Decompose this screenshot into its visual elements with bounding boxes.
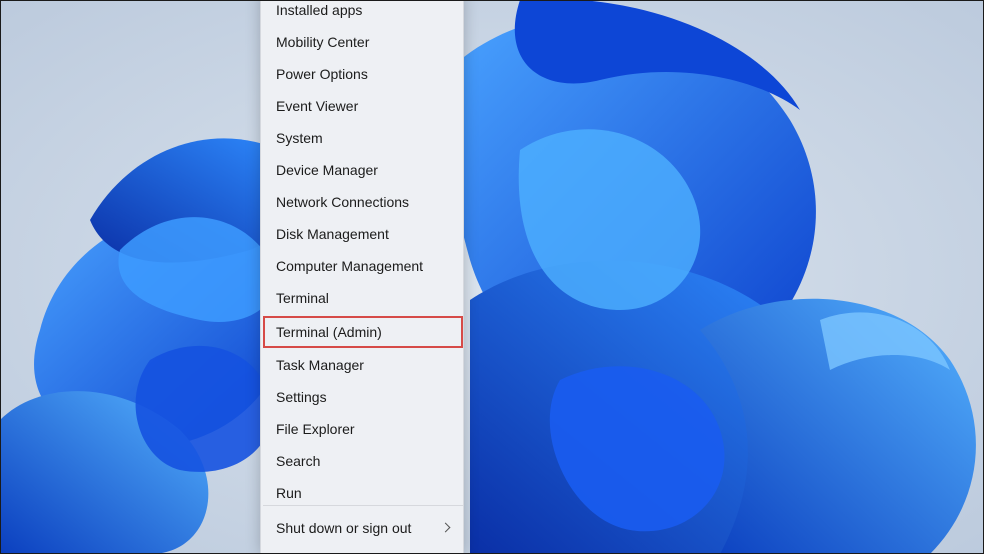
menu-item-power-options[interactable]: Power Options [263,58,463,90]
menu-item-disk-management[interactable]: Disk Management [263,218,463,250]
menu-item-label: Event Viewer [276,98,359,114]
menu-item-label: Disk Management [276,226,389,242]
menu-separator [263,505,463,506]
menu-item-event-viewer[interactable]: Event Viewer [263,90,463,122]
menu-item-label: Installed apps [276,2,363,18]
menu-item-task-manager[interactable]: Task Manager [263,349,463,381]
menu-item-system[interactable]: System [263,122,463,154]
desktop-wallpaper [0,0,984,554]
menu-item-computer-management[interactable]: Computer Management [263,250,463,282]
menu-item-label: Shut down or sign out [276,520,412,536]
menu-item-device-manager[interactable]: Device Manager [263,154,463,186]
menu-item-label: Task Manager [276,357,364,373]
quick-link-menu: Installed apps Mobility Center Power Optio… [260,0,464,554]
menu-item-label: Mobility Center [276,34,370,50]
menu-item-search[interactable]: Search [263,445,463,477]
menu-item-label: System [276,130,323,146]
menu-item-label: Terminal [276,290,329,306]
menu-item-label: Network Connections [276,194,410,210]
menu-item-label: Power Options [276,66,368,82]
menu-item-label: Terminal (Admin) [276,324,382,340]
menu-item-installed-apps[interactable]: Installed apps [263,0,463,26]
menu-item-terminal-admin[interactable]: Terminal (Admin) [263,316,463,348]
menu-item-mobility-center[interactable]: Mobility Center [263,26,463,58]
chevron-right-icon [440,522,451,533]
menu-item-label: Device Manager [276,162,378,178]
menu-item-label: Computer Management [276,258,424,274]
menu-item-label: File Explorer [276,421,355,437]
menu-item-file-explorer[interactable]: File Explorer [263,413,463,445]
menu-item-label: Settings [276,389,327,405]
menu-item-settings[interactable]: Settings [263,381,463,413]
menu-item-terminal[interactable]: Terminal [263,282,463,314]
menu-item-label: Search [276,453,321,469]
menu-item-label: Run [276,485,302,501]
menu-item-shut-down-or-sign-out[interactable]: Shut down or sign out [263,512,463,544]
menu-item-network-connections[interactable]: Network Connections [263,186,463,218]
